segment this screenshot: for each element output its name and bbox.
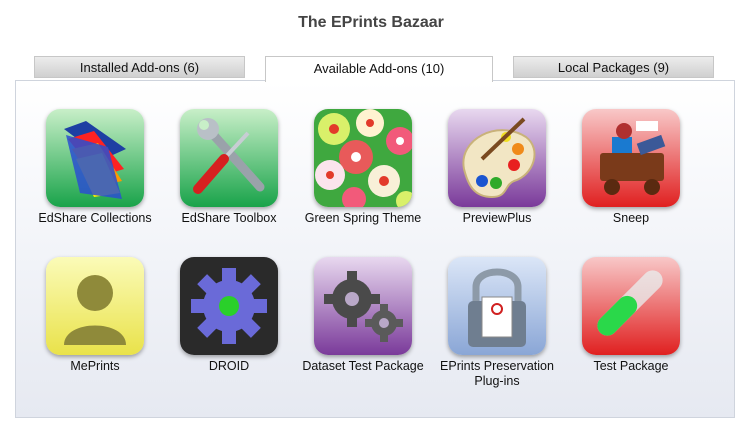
- addon-droid[interactable]: DROID: [164, 257, 294, 374]
- addon-dataset-test-package[interactable]: Dataset Test Package: [298, 257, 428, 374]
- addon-meprints[interactable]: MePrints: [30, 257, 160, 374]
- gears-icon: [314, 257, 412, 355]
- addon-previewplus[interactable]: PreviewPlus: [432, 109, 562, 226]
- addon-edshare-toolbox[interactable]: EdShare Toolbox: [164, 109, 294, 226]
- addon-label: EdShare Toolbox: [181, 211, 277, 225]
- paint-palette-icon: [448, 109, 546, 207]
- flower-pattern-icon: [314, 109, 412, 207]
- addon-label: EdShare Collections: [38, 211, 152, 225]
- folders-icon: [46, 109, 144, 207]
- addon-label: EPrints Preservation Plug-ins: [440, 359, 554, 388]
- user-profile-icon: [46, 257, 144, 355]
- addon-label: Green Spring Theme: [304, 211, 422, 225]
- addons-panel: EdShare Collections EdShare Toolbox Gree…: [15, 80, 735, 418]
- tab-available-addons[interactable]: Available Add-ons (10): [265, 56, 493, 82]
- social-cart-icon: [582, 109, 680, 207]
- tab-installed-addons[interactable]: Installed Add-ons (6): [34, 56, 245, 78]
- addon-label: DROID: [208, 359, 250, 373]
- addon-label: Dataset Test Package: [302, 359, 424, 373]
- padlock-pdf-icon: [448, 257, 546, 355]
- addon-edshare-collections[interactable]: EdShare Collections: [30, 109, 160, 226]
- gear-icon: [180, 257, 278, 355]
- addon-eprints-preservation-plugins[interactable]: EPrints Preservation Plug-ins: [432, 257, 562, 389]
- tab-local-packages[interactable]: Local Packages (9): [513, 56, 714, 78]
- addon-green-spring-theme[interactable]: Green Spring Theme: [298, 109, 428, 226]
- addon-sneep[interactable]: Sneep: [566, 109, 696, 226]
- addon-label: Test Package: [593, 359, 669, 373]
- test-tube-icon: [582, 257, 680, 355]
- page-title: The EPrints Bazaar: [298, 14, 444, 31]
- addon-label: Sneep: [612, 211, 650, 225]
- addon-test-package[interactable]: Test Package: [566, 257, 696, 374]
- addon-label: MePrints: [70, 359, 120, 373]
- wrench-screwdriver-icon: [180, 109, 278, 207]
- addon-label: PreviewPlus: [462, 211, 532, 225]
